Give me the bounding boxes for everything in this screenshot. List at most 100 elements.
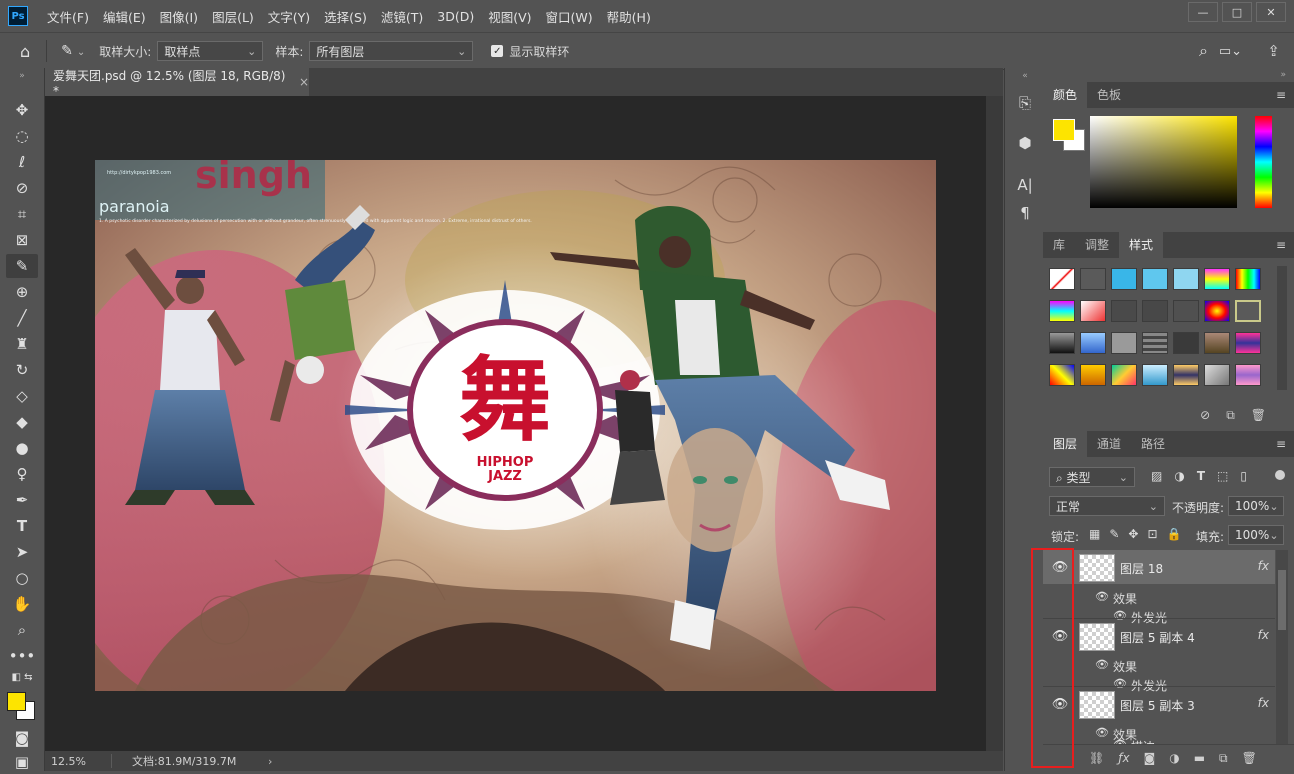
hand-tool-icon[interactable]: ✋ (6, 592, 38, 616)
layer-row[interactable]: 👁 图层 5 副本 4 fx (1043, 618, 1275, 653)
tab-layers[interactable]: 图层 (1043, 431, 1088, 457)
style-swatch[interactable] (1204, 268, 1230, 290)
artwork-canvas[interactable]: singh paranoia http://dirtykpop1983.com … (95, 160, 936, 691)
menu-layer[interactable]: 图层(L) (205, 7, 261, 26)
delete-layer-icon[interactable]: 🗑 (1242, 751, 1257, 765)
share-icon[interactable]: ⇪ (1267, 42, 1280, 60)
document-info[interactable]: 文档:81.9M/319.7M (132, 753, 268, 769)
panel-menu-icon[interactable]: ≡ (1276, 88, 1286, 102)
menu-filter[interactable]: 滤镜(T) (374, 7, 430, 26)
crop-tool-icon[interactable]: ⌗ (6, 202, 38, 226)
tab-paths[interactable]: 路径 (1131, 431, 1175, 457)
style-swatch[interactable] (1142, 364, 1168, 386)
delete-style-icon[interactable]: 🗑 (1251, 408, 1266, 422)
lasso-tool-icon[interactable]: ℓ (6, 150, 38, 174)
search-icon[interactable]: ⌕ (1199, 41, 1208, 61)
style-swatch[interactable] (1142, 332, 1168, 354)
path-select-tool-icon[interactable]: ➤ (6, 540, 38, 564)
filter-pixel-icon[interactable]: ▨ (1151, 469, 1162, 483)
blur-tool-icon[interactable]: ● (6, 436, 38, 460)
close-tab-icon[interactable]: × (299, 75, 309, 89)
lock-transparency-icon[interactable]: ▦ (1089, 527, 1100, 541)
style-swatch[interactable] (1173, 268, 1199, 290)
screen-mode-icon[interactable]: ▣ (6, 750, 38, 774)
type-tool-icon[interactable]: T (6, 514, 38, 538)
new-group-icon[interactable]: ▬ (1194, 751, 1205, 765)
styles-scrollbar[interactable] (1277, 266, 1287, 390)
marquee-tool-icon[interactable]: ◌ (6, 124, 38, 148)
filter-smart-object-icon[interactable]: ▯ (1240, 469, 1247, 483)
paint-bucket-tool-icon[interactable]: ◆ (6, 410, 38, 434)
new-style-icon[interactable]: ⧉ (1226, 408, 1235, 423)
tab-swatches[interactable]: 色板 (1087, 82, 1131, 108)
effects-eye-icon[interactable]: 👁 (1095, 726, 1109, 739)
effects-eye-icon[interactable]: 👁 (1095, 658, 1109, 671)
layers-scrollbar[interactable] (1276, 550, 1288, 744)
shape-tool-icon[interactable]: ○ (6, 566, 38, 590)
workspace-icon[interactable]: ▭⌄ (1219, 44, 1242, 59)
style-swatch[interactable] (1235, 300, 1261, 322)
pen-tool-icon[interactable]: ✒ (6, 488, 38, 512)
quick-select-tool-icon[interactable]: ⊘ (6, 176, 38, 200)
tab-styles[interactable]: 样式 (1119, 232, 1164, 258)
menu-image[interactable]: 图像(I) (153, 7, 205, 26)
style-swatch[interactable] (1204, 332, 1230, 354)
layer-filter-select[interactable]: ⌕ 类型 (1049, 467, 1135, 487)
minimize-button[interactable]: — (1188, 2, 1218, 22)
style-swatch[interactable] (1111, 268, 1137, 290)
style-swatch[interactable] (1173, 332, 1199, 354)
show-ring-checkbox[interactable]: ✓ (491, 45, 504, 57)
menu-help[interactable]: 帮助(H) (600, 7, 658, 26)
clear-style-icon[interactable]: ⊘ (1200, 408, 1210, 422)
style-swatch[interactable] (1173, 300, 1199, 322)
style-swatch[interactable] (1049, 268, 1075, 290)
layer-fx-icon[interactable]: fx (1258, 628, 1269, 642)
add-style-icon[interactable]: ƒx (1118, 751, 1129, 765)
style-swatch[interactable] (1049, 332, 1075, 354)
style-swatch[interactable] (1235, 268, 1261, 290)
new-adjustment-icon[interactable]: ◑ (1169, 751, 1179, 765)
3d-panel-icon[interactable]: ⬢ (1014, 132, 1036, 154)
style-swatch[interactable] (1049, 300, 1075, 322)
sample-select[interactable]: 所有图层 (309, 41, 474, 61)
foreground-color-swatch[interactable] (7, 692, 26, 711)
collapse-panels-icon[interactable]: » (1280, 70, 1286, 80)
layer-fx-icon[interactable]: fx (1258, 559, 1269, 573)
dodge-tool-icon[interactable]: ♀ (6, 462, 38, 486)
quick-mask-icon[interactable]: ◙ (6, 726, 38, 750)
style-swatch[interactable] (1142, 300, 1168, 322)
style-swatch[interactable] (1142, 268, 1168, 290)
restore-button[interactable]: □ (1222, 2, 1252, 22)
blend-mode-select[interactable]: 正常 (1049, 496, 1165, 516)
panel-menu-icon[interactable]: ≡ (1276, 437, 1286, 451)
brush-tool-icon[interactable]: ╱ (6, 306, 38, 330)
character-panel-icon[interactable]: A| (1014, 174, 1036, 196)
close-button[interactable]: ✕ (1256, 2, 1286, 22)
home-icon[interactable]: ⌂ (20, 42, 30, 61)
more-tools-icon[interactable]: ••• (6, 644, 38, 668)
style-swatch[interactable] (1173, 364, 1199, 386)
tab-color[interactable]: 颜色 (1043, 82, 1088, 108)
frame-tool-icon[interactable]: ⊠ (6, 228, 38, 252)
tab-adjustments[interactable]: 调整 (1075, 232, 1119, 258)
tab-channels[interactable]: 通道 (1087, 431, 1131, 457)
canvas-vertical-scrollbar[interactable] (986, 96, 1003, 751)
color-picker-field[interactable] (1090, 116, 1237, 208)
layer-name[interactable]: 图层 5 副本 3 (1120, 697, 1195, 714)
style-swatch[interactable] (1111, 364, 1137, 386)
status-arrow-icon[interactable]: › (268, 755, 272, 768)
lock-all-icon[interactable]: 🔒 (1167, 527, 1182, 541)
layer-name[interactable]: 图层 18 (1120, 560, 1163, 577)
stamp-tool-icon[interactable]: ♜ (6, 332, 38, 356)
menu-select[interactable]: 选择(S) (317, 7, 374, 26)
eyedropper-preset-icon[interactable]: ✎ ⌄ (61, 43, 85, 59)
filter-toggle[interactable] (1275, 470, 1285, 480)
add-mask-icon[interactable]: ◙ (1144, 751, 1156, 765)
style-swatch[interactable] (1080, 300, 1106, 322)
swap-colors-icon[interactable]: ◧ ⇆ (6, 670, 38, 684)
layers-scrollbar-thumb[interactable] (1278, 570, 1286, 630)
hue-slider[interactable] (1255, 116, 1272, 208)
collapse-toolbar-icon[interactable]: » (6, 70, 38, 82)
lock-pixels-icon[interactable]: ✎ (1109, 527, 1119, 541)
filter-adjustment-icon[interactable]: ◑ (1174, 469, 1184, 483)
